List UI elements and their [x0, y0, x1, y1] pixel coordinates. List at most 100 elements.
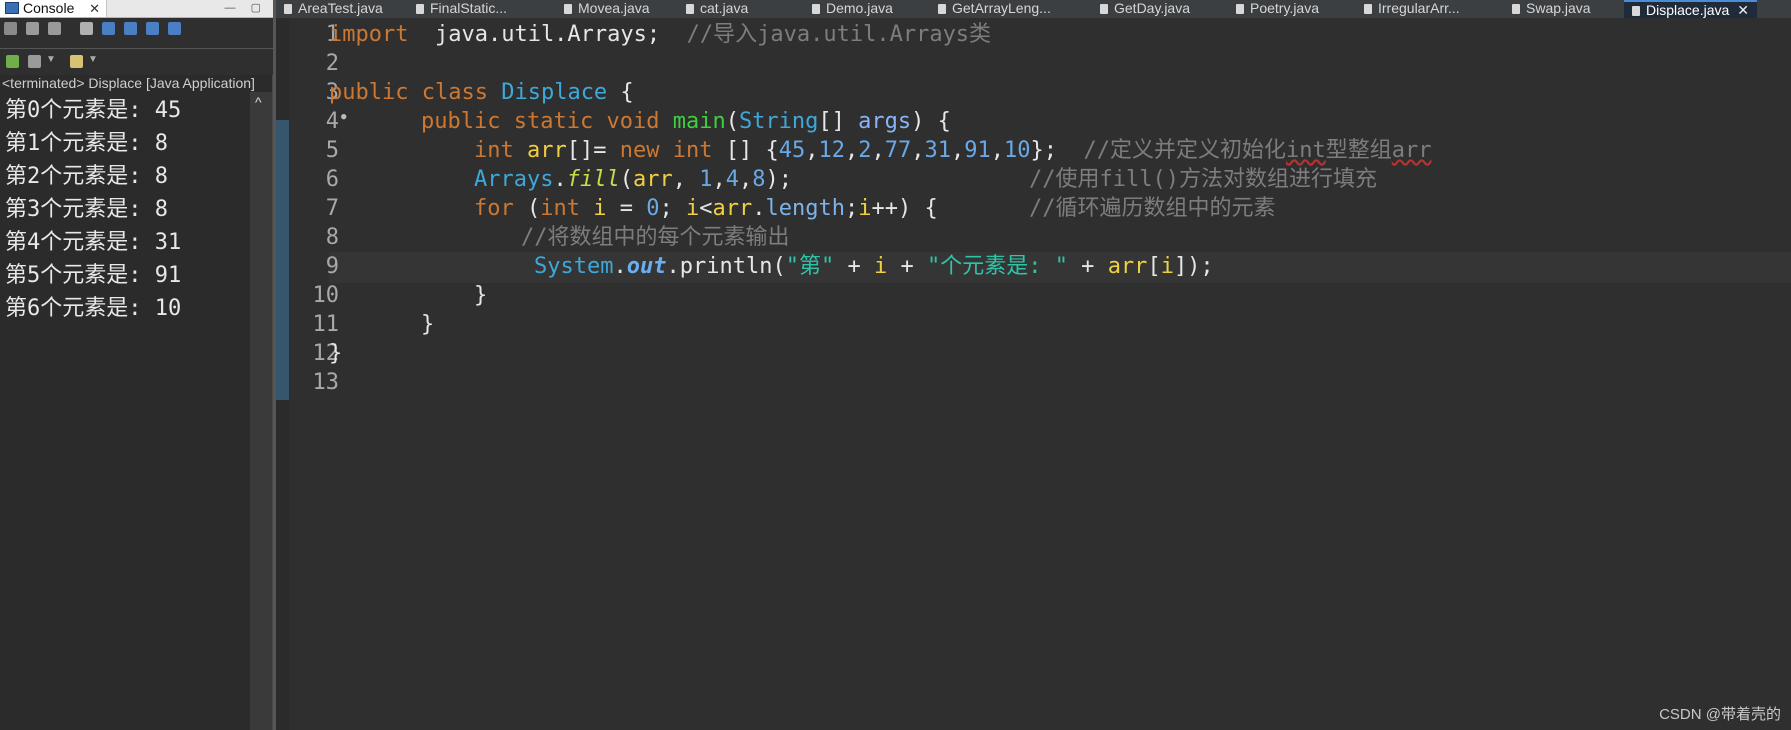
punctuation: ]);: [1173, 254, 1214, 279]
console-tab[interactable]: Console ✕: [0, 0, 107, 17]
tab-label: GetDay.java: [1114, 0, 1190, 16]
number-literal: 2: [858, 138, 872, 163]
tab-getday[interactable]: GetDay.java: [1100, 0, 1190, 18]
variable: i: [858, 196, 872, 221]
code-editor[interactable]: 1 2 3 4 5 6 7 8 9 10 11 12 13 ● import j…: [276, 18, 1791, 730]
number-literal: 31: [924, 138, 951, 163]
keyword: static: [513, 109, 594, 134]
terminate-icon[interactable]: [4, 22, 17, 35]
java-file-icon: [1236, 4, 1244, 14]
remove-all-icon[interactable]: [48, 22, 61, 35]
console-line: 第0个元素是: 45: [5, 98, 182, 123]
class-name: System: [534, 254, 614, 279]
tab-finalstatic[interactable]: FinalStatic...: [416, 0, 507, 18]
show-on-output-icon[interactable]: [146, 22, 159, 35]
chevron-down-icon[interactable]: ▼: [88, 54, 98, 65]
console-line: 第6个元素是: 10: [5, 296, 182, 321]
pin-console-icon[interactable]: [6, 55, 19, 68]
class-name: Arrays: [474, 167, 554, 192]
tab-displace[interactable]: Displace.java ✕: [1624, 0, 1757, 18]
number-literal: 8: [752, 167, 766, 192]
number-literal: 10: [1003, 138, 1031, 163]
method-name: main: [672, 109, 726, 134]
java-file-icon: [1100, 4, 1108, 14]
fold-marker-icon[interactable]: ●: [341, 112, 346, 122]
tab-label: Displace.java: [1646, 2, 1730, 18]
minimize-maximize-icons[interactable]: — ▢: [225, 0, 267, 16]
static-field: out: [626, 254, 667, 279]
console-toolbar: [0, 18, 273, 48]
scroll-up-icon[interactable]: ^: [255, 94, 262, 110]
keyword: public: [421, 109, 501, 134]
string-literal: "个元素是: ": [926, 254, 1068, 279]
variable: arr: [632, 167, 673, 192]
tab-label: FinalStatic...: [430, 0, 508, 16]
scroll-lock-icon[interactable]: [102, 22, 115, 35]
comment: 型整组: [1325, 138, 1392, 163]
code-line-9: System.out.println("第" + i + "个元素是: " + …: [534, 250, 1214, 283]
punctuation: []: [818, 109, 859, 134]
keyword: int: [474, 138, 514, 163]
java-file-icon: [938, 4, 946, 14]
tab-irregulararray[interactable]: IrregularArr...: [1364, 0, 1460, 18]
chevron-down-icon[interactable]: ▼: [46, 54, 56, 65]
tab-label: GetArrayLeng...: [952, 0, 1051, 16]
word-wrap-icon[interactable]: [124, 22, 137, 35]
keyword: public: [329, 80, 409, 105]
console-line: 第3个元素是: 8: [5, 197, 168, 222]
tab-demo[interactable]: Demo.java: [812, 0, 893, 18]
remove-launch-icon[interactable]: [26, 22, 39, 35]
punctuation: (: [619, 167, 633, 192]
change-marker: [276, 120, 289, 400]
parameter: args: [858, 109, 912, 134]
code-line-12: }: [329, 341, 343, 366]
comment: //定义并定义初始化: [1083, 138, 1286, 163]
java-file-icon: [1364, 4, 1372, 14]
tab-label: Swap.java: [1526, 0, 1591, 16]
console-tab-bar: Console ✕ — ▢: [0, 0, 273, 18]
number-literal: 0: [646, 196, 660, 221]
keyword: int: [672, 138, 713, 163]
method-call: .println(: [666, 254, 786, 279]
punctuation: [] {: [712, 138, 779, 163]
tab-poetry[interactable]: Poetry.java: [1236, 0, 1319, 18]
keyword: class: [421, 80, 488, 105]
punctuation: ;: [659, 196, 686, 221]
punctuation: .: [613, 254, 627, 279]
open-console-icon[interactable]: [70, 55, 83, 68]
code-line-10: }: [474, 283, 488, 308]
tab-label: AreaTest.java: [298, 0, 383, 16]
console-line: 第2个元素是: 8: [5, 164, 168, 189]
console-scrollbar[interactable]: ^: [250, 92, 272, 730]
number-literal: 12: [818, 138, 845, 163]
tab-cat[interactable]: cat.java: [686, 0, 748, 18]
close-icon[interactable]: ✕: [1737, 2, 1749, 18]
tab-swap[interactable]: Swap.java: [1512, 0, 1591, 18]
line-number: 13: [312, 370, 340, 395]
java-file-icon: [1512, 4, 1520, 14]
display-console-icon[interactable]: [28, 55, 41, 68]
clear-console-icon[interactable]: [80, 22, 93, 35]
editor-tab-bar: AreaTest.java FinalStatic... Movea.java …: [276, 0, 1791, 19]
tab-movea[interactable]: Movea.java: [564, 0, 650, 18]
comment: //将数组中的每个元素输出: [521, 225, 790, 250]
keyword: new: [619, 138, 660, 163]
punctuation: =: [606, 196, 647, 221]
tab-areatest[interactable]: AreaTest.java: [284, 0, 383, 18]
punctuation: };: [1030, 138, 1084, 163]
punctuation: +: [887, 254, 927, 279]
punctuation: ,: [672, 167, 700, 192]
punctuation: [: [1147, 254, 1161, 279]
console-icon: [5, 2, 19, 14]
number-literal: 77: [884, 138, 912, 163]
java-file-icon: [564, 4, 572, 14]
show-on-error-icon[interactable]: [168, 22, 181, 35]
number-literal: 91: [964, 138, 991, 163]
console-output: 第0个元素是: 45 第1个元素是: 8 第2个元素是: 8 第3个元素是: 8…: [0, 94, 250, 325]
close-icon[interactable]: ✕: [89, 0, 100, 17]
tab-getarraylength[interactable]: GetArrayLeng...: [938, 0, 1051, 18]
keyword: void: [606, 109, 660, 134]
variable: arr: [712, 196, 753, 221]
variable: i: [873, 254, 888, 279]
static-method: fill: [566, 167, 620, 192]
